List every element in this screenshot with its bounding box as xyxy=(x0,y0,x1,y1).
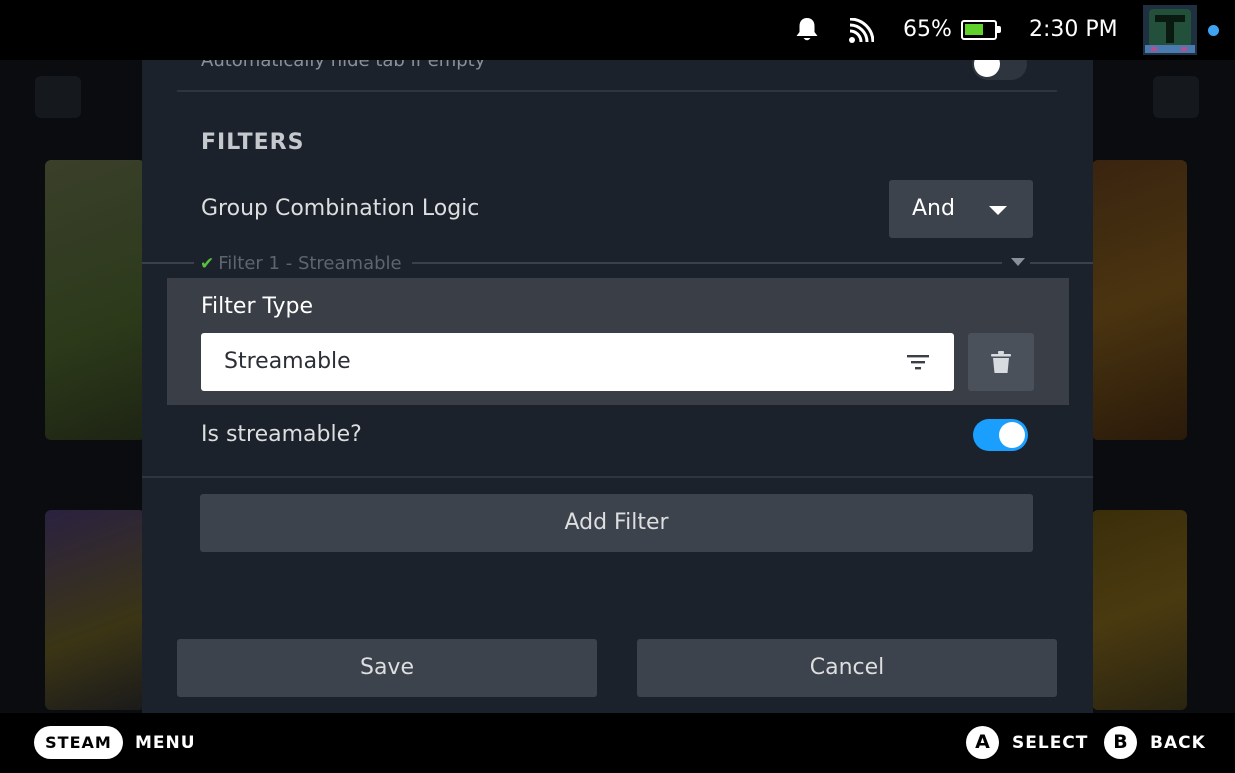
filter-group-header[interactable]: ✔ Filter 1 - Streamable xyxy=(200,253,402,274)
auto-hide-row: Automatically hide tab if empty xyxy=(142,60,1093,90)
collapse-caret-icon[interactable] xyxy=(1011,258,1025,266)
back-label: BACK xyxy=(1150,733,1206,753)
filter-group-label: Filter 1 - Streamable xyxy=(218,253,402,274)
avatar-image xyxy=(1143,5,1197,55)
status-bar: 65% 2:30 PM xyxy=(0,0,1235,60)
select-label: SELECT xyxy=(1012,733,1089,753)
auto-hide-label: Automatically hide tab if empty xyxy=(201,60,486,71)
b-button-glyph: B xyxy=(1104,726,1137,759)
filter-type-value: Streamable xyxy=(224,349,351,374)
divider xyxy=(142,476,1093,478)
a-button-glyph: A xyxy=(966,726,999,759)
bg-nav-button-left xyxy=(35,76,81,118)
bell-icon[interactable] xyxy=(795,17,819,43)
delete-filter-button[interactable] xyxy=(968,333,1034,391)
save-button[interactable]: Save xyxy=(177,639,597,697)
caret-down-icon xyxy=(989,206,1007,215)
divider xyxy=(177,90,1057,92)
clock: 2:30 PM xyxy=(1029,17,1118,42)
battery-percent: 65% xyxy=(903,17,952,42)
cancel-button[interactable]: Cancel xyxy=(637,639,1057,697)
toggle-knob xyxy=(974,60,1000,77)
filters-section-title: FILTERS xyxy=(201,130,305,155)
online-status-dot xyxy=(1208,25,1219,36)
add-filter-button[interactable]: Add Filter xyxy=(200,494,1033,552)
group-divider xyxy=(412,262,1002,264)
combination-logic-value: And xyxy=(912,196,955,221)
group-divider xyxy=(1030,262,1093,264)
toggle-knob xyxy=(999,422,1025,448)
streamable-label: Is streamable? xyxy=(201,422,362,447)
combination-logic-dropdown[interactable]: And xyxy=(889,180,1033,238)
streamable-toggle[interactable] xyxy=(973,419,1028,451)
bg-game-tile xyxy=(1092,510,1187,710)
check-icon: ✔ xyxy=(200,254,215,274)
bottom-button-bar: STEAM MENU A SELECT B BACK xyxy=(0,713,1235,773)
filter-type-label: Filter Type xyxy=(201,294,314,319)
filter-lines-icon xyxy=(907,355,929,370)
bg-game-tile xyxy=(45,510,145,710)
battery-level-fill xyxy=(965,24,983,35)
bg-nav-button-right xyxy=(1153,76,1199,118)
combination-logic-label: Group Combination Logic xyxy=(201,196,480,221)
battery-icon xyxy=(961,20,1001,40)
filter-panel: Filter Type Streamable xyxy=(167,278,1069,405)
network-icon[interactable] xyxy=(848,18,874,44)
steam-button[interactable]: STEAM xyxy=(34,726,123,759)
avatar[interactable] xyxy=(1143,5,1197,55)
bg-game-tile xyxy=(45,160,145,440)
group-divider xyxy=(142,262,194,264)
trash-icon xyxy=(991,351,1011,373)
edit-collection-dialog: Automatically hide tab if empty FILTERS … xyxy=(142,60,1093,713)
bg-game-tile xyxy=(1092,160,1187,440)
auto-hide-toggle[interactable] xyxy=(972,60,1027,80)
filter-type-select[interactable]: Streamable xyxy=(201,333,954,391)
menu-label: MENU xyxy=(135,733,196,753)
